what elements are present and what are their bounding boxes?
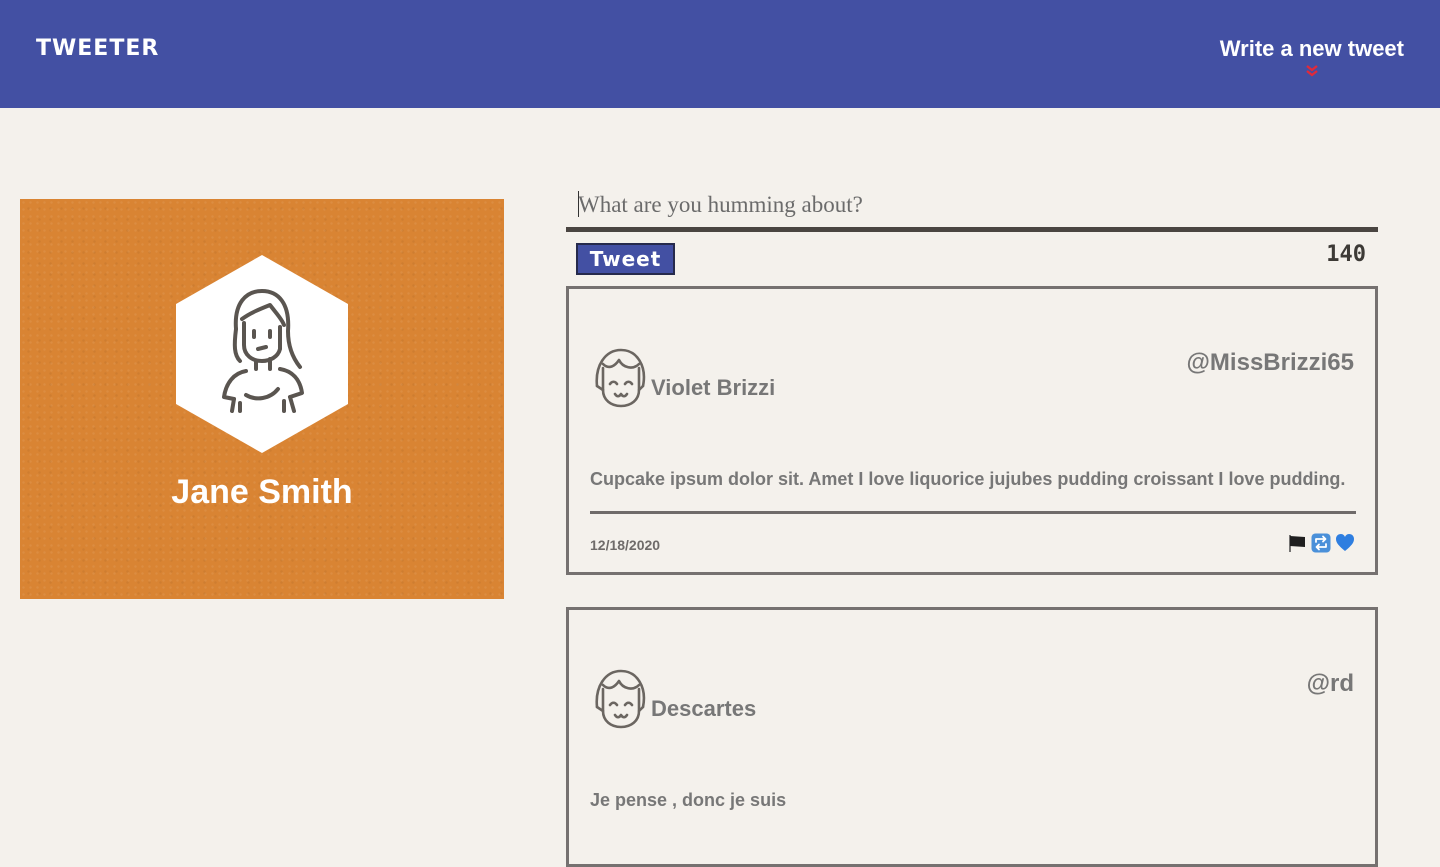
tweet-divider	[590, 511, 1356, 514]
retweet-icon[interactable]	[1311, 533, 1331, 553]
girl-avatar-icon	[595, 348, 646, 408]
text-cursor	[578, 191, 579, 217]
tweet-actions	[1287, 533, 1355, 553]
tweet-card: Descartes @rd Je pense , donc je suis	[566, 607, 1378, 867]
girl-avatar-icon	[595, 669, 646, 729]
user-avatar	[593, 667, 648, 729]
heart-icon[interactable]	[1335, 533, 1355, 553]
tweet-author-handle: @MissBrizzi65	[1186, 349, 1354, 376]
user-avatar	[593, 346, 648, 408]
woman-avatar-icon	[176, 255, 348, 453]
profile-avatar	[174, 253, 350, 455]
write-new-tweet-label[interactable]: Write a new tweet	[1220, 36, 1404, 62]
double-chevron-down-icon[interactable]	[1220, 64, 1404, 80]
tweet-author-name: Violet Brizzi	[651, 375, 776, 400]
write-new-tweet-link[interactable]: Write a new tweet	[1220, 36, 1404, 80]
character-counter: 140	[1326, 242, 1366, 267]
tweet-submit-button[interactable]: Tweet	[576, 243, 675, 275]
profile-name: Jane Smith	[171, 473, 353, 511]
tweet-text: Cupcake ipsum dolor sit. Amet I love liq…	[590, 469, 1346, 489]
tweet-date: 12/18/2020	[590, 537, 661, 553]
brand-logo[interactable]: Tweeter	[36, 36, 159, 61]
flag-icon[interactable]	[1287, 533, 1307, 553]
top-nav: Tweeter Write a new tweet	[0, 0, 1440, 108]
compose-tweet-form: Tweet 140	[566, 182, 1378, 275]
tweet-author-name: Descartes	[651, 696, 757, 721]
tweet-card: Violet Brizzi @MissBrizzi65 Cupcake ipsu…	[566, 286, 1378, 575]
tweet-text: Je pense , donc je suis	[590, 790, 787, 810]
tweet-text-input[interactable]	[566, 182, 1378, 232]
tweet-author-handle: @rd	[1306, 670, 1354, 697]
profile-card: Jane Smith	[20, 199, 504, 599]
